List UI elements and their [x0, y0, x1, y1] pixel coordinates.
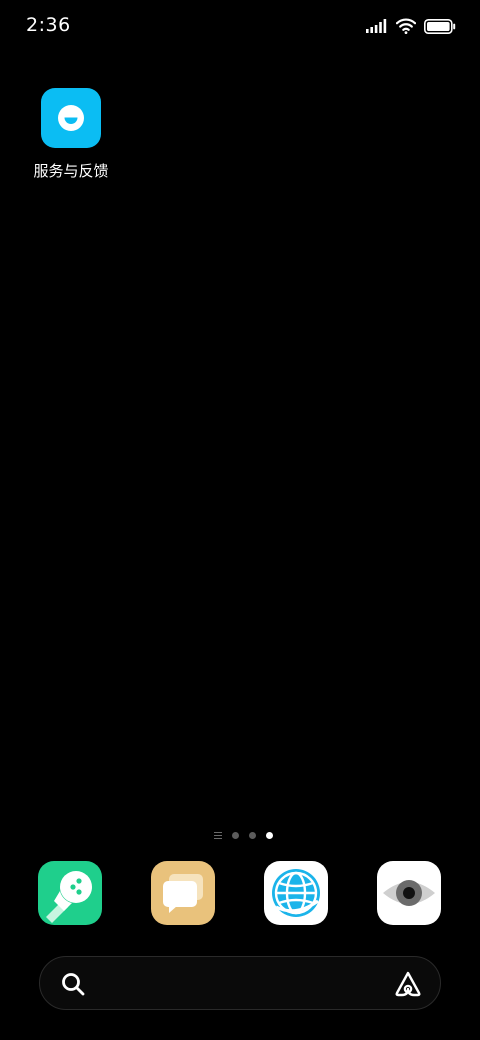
battery-icon: [424, 18, 456, 34]
search-icon[interactable]: [60, 971, 86, 1001]
assistant-a-icon[interactable]: [394, 970, 422, 1002]
globe-browser-app-icon: [264, 861, 328, 925]
dock-app-microphone[interactable]: [38, 861, 102, 925]
status-icons: [366, 15, 456, 37]
dock-app-eye[interactable]: [377, 861, 441, 925]
wifi-icon: [396, 18, 416, 34]
search-bar[interactable]: [39, 956, 441, 1010]
signal-bars-icon: [366, 19, 388, 33]
page-list-icon: [213, 831, 222, 839]
eye-app-icon: [377, 861, 441, 925]
page-dot-active: [265, 831, 273, 839]
status-bar: 2:36: [0, 0, 480, 52]
page-dot: [248, 831, 256, 839]
smiley-face-icon: [41, 88, 101, 148]
page-dot: [231, 831, 239, 839]
dock-app-messages[interactable]: [151, 861, 215, 925]
messages-app-icon: [151, 861, 215, 925]
green-microphone-app-icon: [38, 861, 102, 925]
status-time: 2:36: [26, 14, 71, 36]
dock-app-browser[interactable]: [264, 861, 328, 925]
home-screen: 2:36 服务与反馈: [0, 0, 480, 1040]
app-service-feedback[interactable]: 服务与反馈: [26, 88, 116, 181]
dock: [38, 861, 442, 925]
page-indicator[interactable]: [0, 828, 480, 842]
app-label: 服务与反馈: [33, 162, 109, 180]
